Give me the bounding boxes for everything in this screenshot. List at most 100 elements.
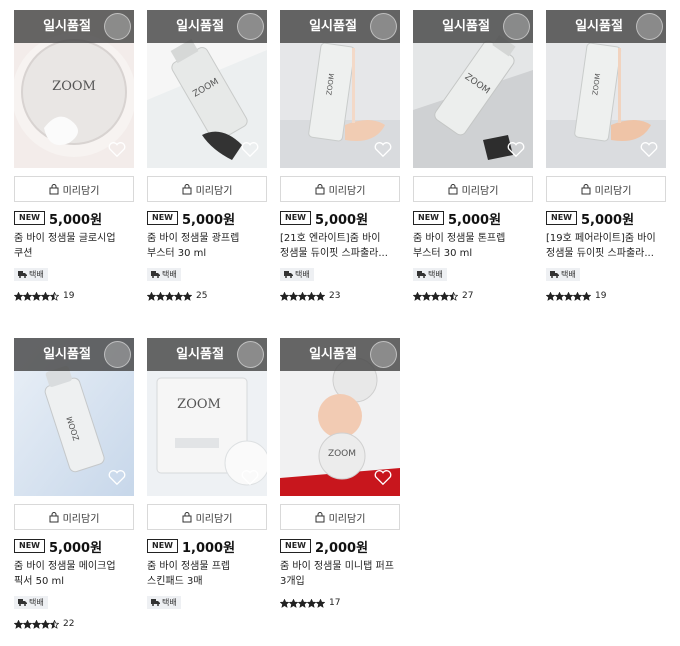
product-image[interactable]: ZOOM 일시품절 xyxy=(280,338,400,496)
product-card[interactable]: ZOOM 일시품절 미리담기 NEW 5,000원 줌 바이 정샘물 톤프렙 부… xyxy=(413,10,533,301)
product-name[interactable]: 줌 바이 정샘물 미니탭 퍼프 3개입 xyxy=(280,559,400,589)
product-image[interactable]: ZOOM 일시품절 xyxy=(413,10,533,168)
product-card[interactable]: ZOOM 일시품절 미리담기 NEW 1,000원 줌 바이 정샘물 프렙 스킨… xyxy=(147,338,267,610)
price-row: NEW 5,000원 xyxy=(14,538,134,556)
star-icon xyxy=(440,291,449,301)
shipping-label: 택배 xyxy=(428,270,443,279)
reserve-label: 미리담기 xyxy=(461,185,499,197)
brand-stamp-icon xyxy=(104,13,131,40)
soldout-label: 일시품절 xyxy=(309,347,357,362)
reserve-button[interactable]: 미리담기 xyxy=(280,504,400,530)
reserve-button[interactable]: 미리담기 xyxy=(147,504,267,530)
product-card[interactable]: ZOOM 일시품절 미리담기 NEW 5,000원 [21호 엔라이트]줌 바이… xyxy=(280,10,400,301)
soldout-label: 일시품절 xyxy=(176,19,224,34)
wishlist-heart-icon[interactable] xyxy=(241,470,259,486)
shipping-label: 택배 xyxy=(29,598,44,607)
soldout-label: 일시품절 xyxy=(309,19,357,34)
star-icon xyxy=(280,291,289,301)
reserve-button[interactable]: 미리담기 xyxy=(147,176,267,202)
product-image[interactable]: ZOOM 일시품절 xyxy=(546,10,666,168)
price: 2,000원 xyxy=(314,540,369,556)
price: 1,000원 xyxy=(181,540,236,556)
reserve-label: 미리담기 xyxy=(62,513,100,525)
star-icon xyxy=(316,291,325,301)
star-rating xyxy=(147,291,192,301)
product-card[interactable]: ZOOM 일시품절 미리담기 NEW 5,000원 줌 바이 정샘물 메이크업 … xyxy=(14,338,134,629)
review-count: 27 xyxy=(462,291,474,301)
bag-icon xyxy=(182,183,192,194)
product-name-line2: 부스터 30 ml xyxy=(147,248,207,259)
star-icon xyxy=(449,291,458,301)
bag-icon xyxy=(49,183,59,194)
star-icon xyxy=(23,619,32,629)
star-icon xyxy=(307,598,316,608)
wishlist-heart-icon[interactable] xyxy=(507,142,525,158)
product-name-line1: 줌 바이 정샘물 글로시업 xyxy=(14,233,116,244)
product-name[interactable]: 줌 바이 정샘물 글로시업 쿠션 xyxy=(14,231,134,261)
wishlist-heart-icon[interactable] xyxy=(108,142,126,158)
product-image[interactable]: ZOOM 일시품절 xyxy=(147,10,267,168)
wishlist-heart-icon[interactable] xyxy=(374,142,392,158)
star-icon xyxy=(23,291,32,301)
bag-icon xyxy=(581,183,591,194)
product-name[interactable]: 줌 바이 정샘물 톤프렙 부스터 30 ml xyxy=(413,231,533,261)
star-icon xyxy=(165,291,174,301)
product-image[interactable]: ZOOM 일시품절 xyxy=(280,10,400,168)
truck-icon xyxy=(284,271,293,278)
reserve-label: 미리담기 xyxy=(195,185,233,197)
new-badge: NEW xyxy=(413,211,444,225)
product-name[interactable]: [21호 엔라이트]줌 바이 정샘물 듀이핏 스파출라... xyxy=(280,231,400,261)
product-name[interactable]: 줌 바이 정샘물 광프렙 부스터 30 ml xyxy=(147,231,267,261)
product-name-line2: 픽서 50 ml xyxy=(14,576,65,587)
product-name[interactable]: 줌 바이 정샘물 메이크업 픽서 50 ml xyxy=(14,559,134,589)
shipping-badge: 택배 xyxy=(413,268,447,281)
product-card[interactable]: ZOOM 일시품절 미리담기 NEW 5,000원 줌 바이 정샘물 광프렙 부… xyxy=(147,10,267,301)
wishlist-heart-icon[interactable] xyxy=(108,470,126,486)
star-icon xyxy=(183,291,192,301)
product-name[interactable]: 줌 바이 정샘물 프렙 스킨패드 3매 xyxy=(147,559,267,589)
shipping-badge: 택배 xyxy=(14,268,48,281)
product-image[interactable]: ZOOM 일시품절 xyxy=(14,338,134,496)
star-icon xyxy=(14,619,23,629)
rating: 19 xyxy=(14,291,134,301)
new-badge: NEW xyxy=(147,539,178,553)
price-row: NEW 5,000원 xyxy=(546,210,666,228)
wishlist-heart-icon[interactable] xyxy=(640,142,658,158)
reserve-button[interactable]: 미리담기 xyxy=(413,176,533,202)
price: 5,000원 xyxy=(314,212,369,228)
shipping-label: 택배 xyxy=(561,270,576,279)
product-card[interactable]: ZOOM 일시품절 미리담기 NEW 2,000원 줌 바이 정샘물 미니탭 퍼… xyxy=(280,338,400,608)
price-row: NEW 2,000원 xyxy=(280,538,400,556)
soldout-label: 일시품절 xyxy=(43,347,91,362)
reserve-button[interactable]: 미리담기 xyxy=(280,176,400,202)
svg-text:ZOOM: ZOOM xyxy=(328,449,356,459)
wishlist-heart-icon[interactable] xyxy=(374,470,392,486)
reserve-button[interactable]: 미리담기 xyxy=(14,504,134,530)
brand-stamp-icon xyxy=(104,341,131,368)
reserve-button[interactable]: 미리담기 xyxy=(14,176,134,202)
wishlist-heart-icon[interactable] xyxy=(241,142,259,158)
star-icon xyxy=(289,291,298,301)
reserve-button[interactable]: 미리담기 xyxy=(546,176,666,202)
product-card[interactable]: ZOOM 일시품절 미리담기 NEW 5,000원 [19호 페어라이트]줌 바… xyxy=(546,10,666,301)
product-name-line2: 정샘물 듀이핏 스파출라... xyxy=(280,248,388,259)
product-image[interactable]: ZOOM 일시품절 xyxy=(147,338,267,496)
product-name-line2: 부스터 30 ml xyxy=(413,248,473,259)
reserve-label: 미리담기 xyxy=(328,185,366,197)
reserve-label: 미리담기 xyxy=(594,185,632,197)
soldout-label: 일시품절 xyxy=(176,347,224,362)
product-image[interactable]: ZOOM 일시품절 xyxy=(14,10,134,168)
new-badge: NEW xyxy=(280,539,311,553)
star-icon xyxy=(50,619,59,629)
shipping-badge: 택배 xyxy=(147,596,181,609)
product-name-line1: 줌 바이 정샘물 톤프렙 xyxy=(413,233,506,244)
soldout-label: 일시품절 xyxy=(442,19,490,34)
price: 5,000원 xyxy=(48,540,103,556)
product-card[interactable]: ZOOM 일시품절 미리담기 NEW 5,000원 줌 바이 정샘물 글로시업 … xyxy=(14,10,134,301)
product-name[interactable]: [19호 페어라이트]줌 바이 정샘물 듀이핏 스파출라... xyxy=(546,231,666,261)
shipping-badge: 택배 xyxy=(14,596,48,609)
star-icon xyxy=(147,291,156,301)
product-name-line2: 쿠션 xyxy=(14,248,33,259)
star-rating xyxy=(280,291,325,301)
reserve-label: 미리담기 xyxy=(328,513,366,525)
